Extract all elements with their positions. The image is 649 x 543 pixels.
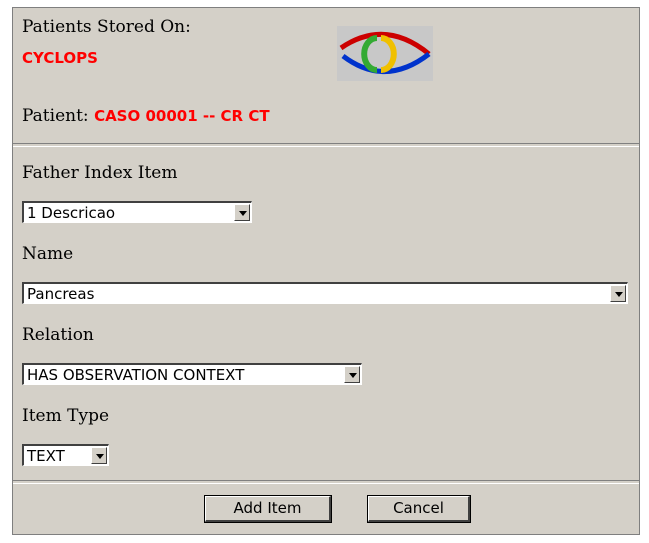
relation-select[interactable]: HAS OBSERVATION CONTEXT bbox=[22, 363, 362, 385]
name-select[interactable]: Pancreas bbox=[22, 282, 628, 304]
chevron-down-icon[interactable] bbox=[234, 204, 250, 221]
cancel-button[interactable]: Cancel bbox=[367, 495, 471, 523]
father-index-select[interactable]: 1 Descricao bbox=[22, 201, 252, 223]
father-index-label: Father Index Item bbox=[22, 163, 178, 183]
name-value: Pancreas bbox=[27, 285, 95, 303]
father-index-value: 1 Descricao bbox=[27, 204, 116, 222]
footer-separator bbox=[13, 480, 639, 484]
chevron-down-icon[interactable] bbox=[610, 285, 626, 302]
patient-value: CASO 00001 -- CR CT bbox=[94, 107, 270, 125]
relation-label: Relation bbox=[22, 325, 94, 345]
item-type-label: Item Type bbox=[22, 406, 110, 426]
relation-value: HAS OBSERVATION CONTEXT bbox=[27, 366, 245, 384]
item-type-value: TEXT bbox=[27, 447, 65, 465]
server-name: CYCLOPS bbox=[22, 49, 98, 67]
patient-label: Patient: bbox=[22, 106, 89, 126]
name-label: Name bbox=[22, 244, 74, 264]
patient-row: Patient: CASO 00001 -- CR CT bbox=[22, 106, 270, 126]
chevron-down-icon[interactable] bbox=[91, 447, 107, 464]
item-type-select[interactable]: TEXT bbox=[22, 444, 109, 466]
stored-on-label: Patients Stored On: bbox=[22, 17, 191, 37]
header-separator bbox=[13, 143, 639, 147]
add-item-button[interactable]: Add Item bbox=[204, 495, 332, 523]
dialog-frame: Patients Stored On: CYCLOPS Patient: CAS… bbox=[12, 7, 640, 535]
chevron-down-icon[interactable] bbox=[344, 366, 360, 383]
cyclops-eye-logo-icon bbox=[337, 26, 433, 81]
